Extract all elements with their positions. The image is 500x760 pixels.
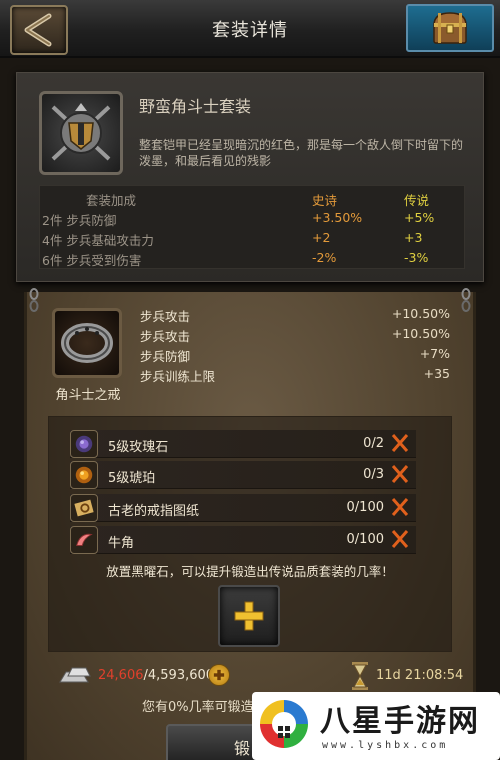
watermark-url: www.lyshbx.com [322, 740, 449, 751]
stat-value: +10.50% [391, 306, 450, 321]
material-count: 0/100 [346, 500, 384, 515]
add-obsidian-button[interactable] [218, 585, 280, 647]
bonus-header-epic: 史诗 [312, 193, 338, 208]
treasure-chest-icon [433, 12, 467, 44]
material-count: 0/100 [346, 532, 384, 547]
currency-amount: 24,606/4,593,600 [98, 668, 214, 683]
bonus-row: 6件 步兵受到伤害 -2% -3% [40, 248, 466, 268]
missing-x-icon [391, 434, 409, 452]
ring-blueprint-icon [70, 494, 98, 522]
missing-x-icon [391, 498, 409, 516]
bonus-legendary-value: +5% [404, 210, 435, 225]
item-stat-row: 步兵训练上限 +35 [140, 366, 450, 386]
material-row[interactable]: 牛角 0/100 [70, 526, 416, 554]
bonus-label: 2件 步兵防御 [42, 213, 117, 228]
bonus-header-label: 套装加成 [86, 193, 137, 208]
stat-value: +10.50% [391, 326, 450, 341]
obsidian-hint: 放置黑曜石，可以提升锻造出传说品质套装的几率！ [106, 564, 394, 579]
bonus-row: 2件 步兵防御 +3.50% +5% [40, 208, 466, 228]
stat-value: +7% [419, 346, 450, 361]
stat-value: +35 [423, 366, 450, 381]
chain-icon [29, 288, 39, 312]
set-name: 野蛮角斗士套装 [139, 97, 252, 116]
hourglass-icon [352, 662, 368, 690]
forge-chance-text: 您有0%几率可锻造 [142, 700, 254, 715]
bonus-epic-value: -2% [312, 250, 337, 265]
bonus-label: 4件 步兵基础攻击力 [42, 233, 154, 248]
material-row[interactable]: 5级玫瑰石 0/2 [70, 430, 416, 458]
chain-icon [461, 288, 471, 312]
material-name: 牛角 [108, 536, 135, 551]
stat-label: 步兵训练上限 [140, 369, 216, 384]
material-row[interactable]: 5级琥珀 0/3 [70, 461, 416, 489]
bonus-epic-value: +2 [312, 230, 331, 245]
watermark-logo-icon [260, 700, 308, 748]
bonus-legendary-value: +3 [404, 230, 423, 245]
bonus-epic-value: +3.50% [312, 210, 363, 225]
stat-label: 步兵防御 [140, 349, 191, 364]
watermark: 八星手游网 www.lyshbx.com [252, 692, 500, 760]
add-currency-button[interactable] [208, 664, 230, 686]
top-bar: 套装详情 [0, 0, 500, 58]
material-count: 0/2 [363, 436, 384, 451]
set-info-panel: 野蛮角斗士套装 整套铠甲已经呈现暗沉的红色，那是每一个敌人倒下时留下的泼墨，和最… [16, 72, 484, 282]
forge-timer: 11d 21:08:54 [376, 668, 464, 683]
gladiator-helmet-icon [39, 91, 123, 175]
currency-required: /4,593,600 [143, 668, 215, 683]
material-count: 0/3 [363, 467, 384, 482]
gladiator-ring-icon[interactable] [52, 308, 122, 378]
item-stat-row: 步兵攻击 +10.50% [140, 306, 450, 326]
plus-icon [234, 601, 264, 631]
missing-x-icon [391, 465, 409, 483]
stat-label: 步兵攻击 [140, 309, 191, 324]
amber-icon [70, 461, 98, 489]
bonus-header-legendary: 传说 [404, 193, 430, 208]
rose-stone-icon [70, 430, 98, 458]
stat-label: 步兵攻击 [140, 329, 191, 344]
treasure-chest-button[interactable] [406, 4, 494, 52]
bonus-row: 4件 步兵基础攻击力 +2 +3 [40, 228, 466, 248]
bonus-legendary-value: -3% [404, 250, 429, 265]
bonus-label: 6件 步兵受到伤害 [42, 253, 142, 268]
item-stat-row: 步兵防御 +7% [140, 346, 450, 366]
silver-ingot-icon [59, 667, 91, 683]
set-description: 整套铠甲已经呈现暗沉的红色，那是每一个敌人倒下时留下的泼墨，和最后看见的残影 [139, 138, 464, 168]
missing-x-icon [391, 530, 409, 548]
material-name: 5级玫瑰石 [108, 440, 169, 455]
currency-current: 24,606 [98, 668, 144, 683]
material-name: 5级琥珀 [108, 471, 156, 486]
material-name: 古老的戒指图纸 [108, 504, 200, 519]
watermark-text: 八星手游网 [320, 704, 480, 739]
set-bonus-table: 套装加成 史诗 传说 2件 步兵防御 +3.50% +5% 4件 步兵基础攻击力… [39, 185, 465, 269]
bonus-header-row: 套装加成 史诗 传说 [40, 188, 466, 208]
item-name: 角斗士之戒 [55, 388, 121, 403]
plus-icon [213, 669, 225, 681]
material-row[interactable]: 古老的戒指图纸 0/100 [70, 494, 416, 522]
item-stat-row: 步兵攻击 +10.50% [140, 326, 450, 346]
horn-icon [70, 526, 98, 554]
